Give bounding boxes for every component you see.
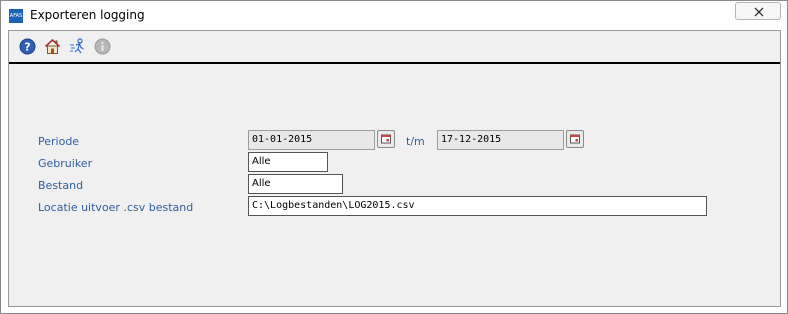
home-icon[interactable] [44,38,61,55]
locatie-label: Locatie uitvoer .csv bestand [38,201,194,214]
info-icon[interactable] [94,38,111,55]
gebruiker-field[interactable]: Alle [248,152,328,172]
periode-to-field[interactable]: 17-12-2015 [437,130,564,150]
periode-to-calendar-button[interactable] [566,130,584,148]
calendar-icon [570,134,580,144]
bestand-field[interactable]: Alle [248,174,343,194]
periode-from-calendar-button[interactable] [377,130,395,148]
periode-from-field[interactable]: 01-01-2015 [248,130,375,150]
locatie-field[interactable]: C:\Logbestanden\LOG2015.csv [248,196,707,216]
title-bar: AFAS Exporteren logging [1,1,787,30]
dialog-body: ? Periode 01-01-2015 t/m 17-12-2015 Gebr… [8,30,781,307]
calendar-icon [381,134,391,144]
window-title: Exporteren logging [30,8,145,22]
help-icon[interactable]: ? [19,38,36,55]
gebruiker-label: Gebruiker [38,157,93,170]
bestand-label: Bestand [38,179,84,192]
export-dialog-window: AFAS Exporteren logging ? Periode 01-01-… [0,0,788,314]
toolbar: ? [9,31,780,64]
close-button[interactable] [735,2,781,20]
app-logo-icon: AFAS [9,9,23,23]
periode-label: Periode [38,135,80,148]
tm-label: t/m [406,135,425,148]
run-icon[interactable] [69,38,86,55]
close-icon [754,7,764,17]
svg-text:?: ? [24,41,30,54]
